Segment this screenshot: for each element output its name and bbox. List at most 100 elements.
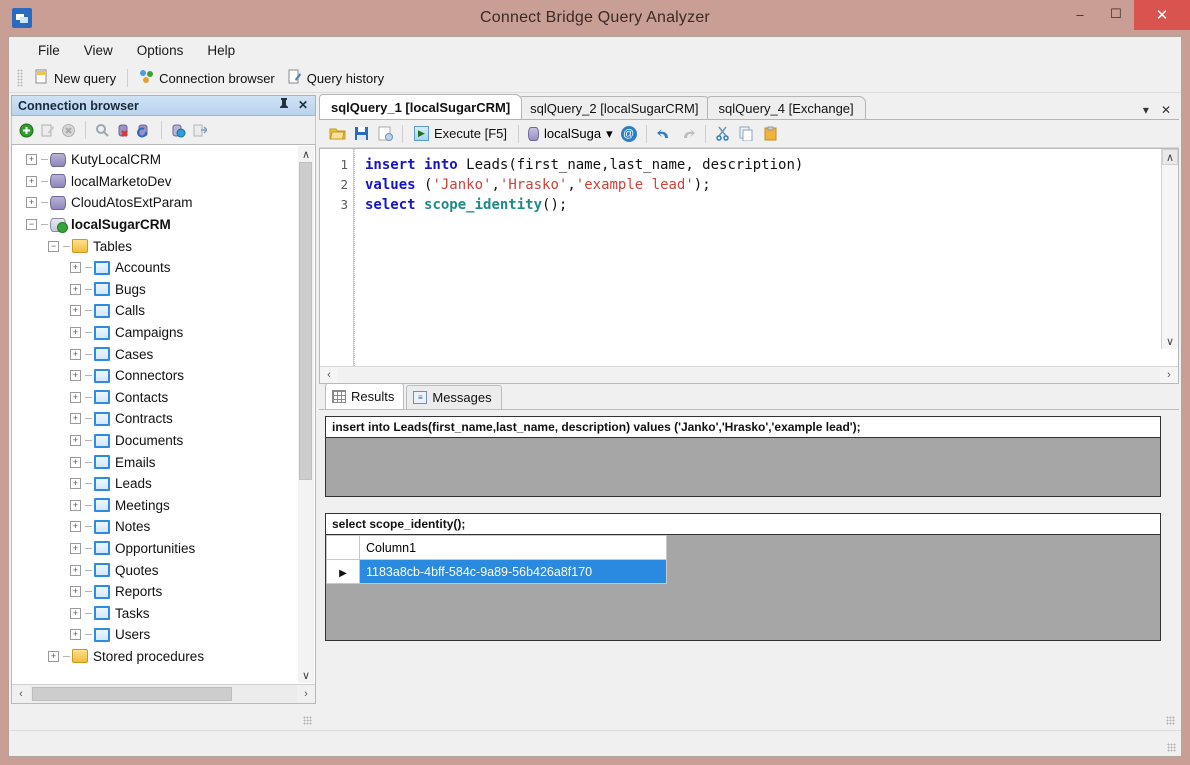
tree-expander-icon[interactable]: +: [70, 435, 81, 447]
find-icon[interactable]: [93, 121, 112, 140]
tab-sqlquery-2[interactable]: sqlQuery_2 [localSugarCRM]: [518, 96, 711, 119]
tree-item-accounts[interactable]: + Accounts: [12, 257, 315, 279]
add-connection-icon[interactable]: [17, 121, 36, 140]
execute-button[interactable]: ▶ Execute [F5]: [408, 125, 513, 142]
tree-item-leads[interactable]: + Leads: [12, 473, 315, 495]
remove-db-icon[interactable]: [114, 121, 133, 140]
sql-editor[interactable]: 1 2 3 insert into Leads(first_name,last_na…: [319, 148, 1179, 384]
editor-hscroll-track[interactable]: [338, 367, 1160, 383]
tab-list-dropdown-icon[interactable]: ▾: [1143, 103, 1149, 117]
results-grid[interactable]: Column1 ▶ 1183a8cb-4bff-584c-9a89-56b426…: [326, 535, 667, 584]
tree-expander-icon[interactable]: +: [70, 564, 81, 576]
tree-scroll-down-arrow[interactable]: ∨: [298, 667, 314, 683]
tab-results[interactable]: Results: [325, 383, 405, 409]
editor-scroll-left-arrow[interactable]: ‹: [320, 367, 338, 384]
row-selector-cell[interactable]: ▶: [326, 559, 360, 584]
tab-sqlquery-4[interactable]: sqlQuery_4 [Exchange]: [706, 96, 866, 119]
edit-connection-icon[interactable]: [38, 121, 57, 140]
tree-vertical-scrollbar[interactable]: ∧ ∨: [298, 146, 314, 683]
menu-item-help[interactable]: Help: [196, 39, 246, 62]
tree-item-meetings[interactable]: + Meetings: [12, 495, 315, 517]
tree-item-campaigns[interactable]: + Campaigns: [12, 322, 315, 344]
tree-item-emails[interactable]: + Emails: [12, 451, 315, 473]
tree-item-stored-procedures[interactable]: + Stored procedures: [12, 646, 315, 668]
tree-item-localmarketodev[interactable]: + localMarketoDev: [12, 171, 315, 193]
tree-horizontal-scrollbar[interactable]: ‹ ›: [12, 684, 315, 703]
tree-item-opportunities[interactable]: + Opportunities: [12, 538, 315, 560]
result-grid-body[interactable]: Column1 ▶ 1183a8cb-4bff-584c-9a89-56b426…: [326, 535, 1160, 640]
tree-item-localsugarcrm[interactable]: − localSugarCRM: [12, 214, 315, 236]
editor-code[interactable]: insert into Leads(first_name,last_name, …: [354, 149, 1178, 366]
database-selector[interactable]: localSuga ▾: [524, 126, 617, 142]
tree-item-cases[interactable]: + Cases: [12, 343, 315, 365]
editor-scroll-up-arrow[interactable]: ∧: [1162, 149, 1178, 165]
tab-close-icon[interactable]: ✕: [1161, 103, 1171, 117]
export-icon[interactable]: [190, 121, 209, 140]
tree-expander-icon[interactable]: +: [70, 348, 81, 360]
tree-item-tables[interactable]: − Tables: [12, 235, 315, 257]
code-line[interactable]: insert into Leads(first_name,last_name, …: [365, 155, 1178, 175]
tree-expander-icon[interactable]: +: [70, 542, 81, 554]
tree-item-documents[interactable]: + Documents: [12, 430, 315, 452]
tree-expander-icon[interactable]: +: [70, 370, 81, 382]
tree-expander-icon[interactable]: +: [70, 586, 81, 598]
editor-scroll-down-arrow[interactable]: ∨: [1162, 333, 1178, 349]
code-line[interactable]: select scope_identity();: [365, 195, 1178, 215]
parameters-at-icon[interactable]: @: [617, 123, 641, 145]
cell-column1[interactable]: 1183a8cb-4bff-584c-9a89-56b426a8f170: [359, 559, 667, 584]
tree-expander-icon[interactable]: +: [70, 629, 81, 641]
editor-scroll-right-arrow[interactable]: ›: [1160, 367, 1178, 384]
save-icon[interactable]: [349, 123, 373, 145]
tree-expander-icon[interactable]: +: [70, 283, 81, 295]
tab-messages[interactable]: ≡ Messages: [406, 385, 502, 409]
tree-expander-icon[interactable]: +: [70, 413, 81, 425]
tree-item-quotes[interactable]: + Quotes: [12, 559, 315, 581]
tree-item-connectors[interactable]: + Connectors: [12, 365, 315, 387]
tree-item-notes[interactable]: + Notes: [12, 516, 315, 538]
tree-scroll-thumb[interactable]: [299, 162, 312, 480]
tree-item-contacts[interactable]: + Contacts: [12, 387, 315, 409]
menu-item-view[interactable]: View: [73, 39, 124, 62]
tree-item-bugs[interactable]: + Bugs: [12, 279, 315, 301]
tree-expander-icon[interactable]: +: [48, 650, 59, 662]
refresh-db-icon[interactable]: [135, 121, 154, 140]
code-line[interactable]: values ('Janko','Hrasko','example lead')…: [365, 175, 1178, 195]
save-as-icon[interactable]: [373, 123, 397, 145]
column-header[interactable]: Column1: [359, 535, 667, 560]
tree-expander-icon[interactable]: +: [70, 607, 81, 619]
toolbar-grip[interactable]: [17, 69, 23, 87]
tree-expander-icon[interactable]: +: [70, 327, 81, 339]
menu-item-file[interactable]: File: [27, 39, 71, 62]
pin-icon[interactable]: [279, 98, 289, 113]
table-row[interactable]: ▶ 1183a8cb-4bff-584c-9a89-56b426a8f170: [326, 559, 667, 584]
connection-tree[interactable]: + KutyLocalCRM + localMarketoDev + CloudAtosE…: [12, 145, 315, 684]
tree-expander-icon[interactable]: +: [70, 478, 81, 490]
tree-scroll-right-arrow[interactable]: ›: [297, 686, 315, 703]
tree-hscroll-track[interactable]: [30, 686, 297, 702]
connection-browser-button[interactable]: Connection browser: [133, 67, 281, 89]
tree-scroll-track[interactable]: [298, 162, 314, 667]
tree-hscroll-thumb[interactable]: [32, 687, 232, 701]
tree-scroll-up-arrow[interactable]: ∧: [298, 146, 314, 162]
tree-expander-icon[interactable]: +: [70, 391, 81, 403]
menu-item-options[interactable]: Options: [126, 39, 195, 62]
cut-icon[interactable]: [711, 123, 735, 145]
tree-item-calls[interactable]: + Calls: [12, 300, 315, 322]
query-history-button[interactable]: Query history: [281, 67, 390, 89]
tree-item-contracts[interactable]: + Contracts: [12, 408, 315, 430]
editor-body[interactable]: 1 2 3 insert into Leads(first_name,last_na…: [320, 149, 1178, 366]
tree-scroll-left-arrow[interactable]: ‹: [12, 686, 30, 703]
tree-item-cloudatosextparam[interactable]: + CloudAtosExtParam: [12, 192, 315, 214]
undo-icon[interactable]: [652, 123, 676, 145]
tree-item-reports[interactable]: + Reports: [12, 581, 315, 603]
tree-expander-icon[interactable]: +: [70, 456, 81, 468]
dock-close-icon[interactable]: ✕: [298, 98, 308, 113]
editor-vertical-scrollbar[interactable]: ∧ ∨: [1161, 149, 1178, 349]
chevron-down-icon[interactable]: ▾: [606, 126, 613, 142]
copy-icon[interactable]: [735, 123, 759, 145]
tree-expander-icon[interactable]: −: [26, 219, 37, 231]
tree-expander-icon[interactable]: +: [26, 175, 37, 187]
tree-expander-icon[interactable]: +: [26, 154, 37, 166]
paste-icon[interactable]: [759, 123, 783, 145]
tree-item-users[interactable]: + Users: [12, 624, 315, 646]
